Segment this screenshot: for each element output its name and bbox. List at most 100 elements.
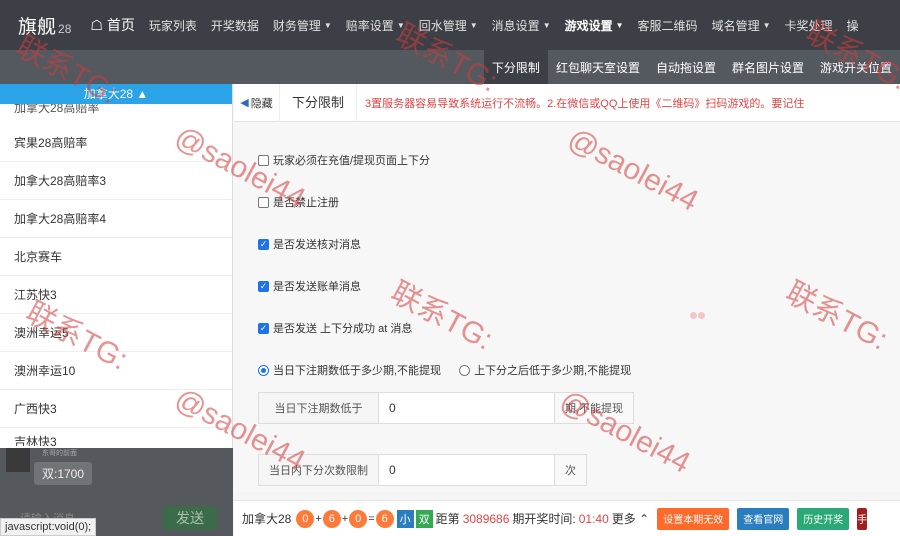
sidebar-item-cut[interactable]: 加拿大28高赔率: [0, 104, 232, 124]
checkbox-label: 是否发送 上下分成功 at 消息: [273, 323, 413, 335]
operator: =: [368, 512, 375, 525]
checkbox[interactable]: [258, 196, 269, 208]
sidebar-item[interactable]: 澳洲幸运10: [0, 352, 232, 390]
checkbox-row-check-message[interactable]: ✓ 是否发送核对消息: [258, 236, 361, 252]
checkbox-label: 是否禁止注册: [273, 197, 339, 209]
nav-label: 玩家列表: [148, 18, 197, 33]
chevron-down-icon: ▼: [469, 20, 478, 30]
sidebar-item[interactable]: 广西快3: [0, 390, 232, 428]
set-period-invalid-button[interactable]: 设置本期无效: [657, 507, 730, 530]
nav-game-settings[interactable]: 游戏设置 ▼: [558, 0, 631, 50]
daily-withdraw-count-input[interactable]: 0: [379, 455, 555, 485]
status-url-tip: javascript:void(0);: [0, 518, 97, 536]
nav-label: 财务管理: [272, 18, 321, 33]
field-label: 当日下注期数低于: [259, 393, 379, 423]
radio-label: 上下分之后低于多少期,不能提现: [474, 365, 632, 377]
nav-players[interactable]: 玩家列表: [142, 0, 204, 50]
checkbox-checked[interactable]: ✓: [258, 238, 269, 250]
draw-status-bar: 加拿大28 0 + 6 + 0 = 6 小 双 距第 3089686 期开奖时间…: [234, 500, 900, 536]
next-draw-prefix: 距第: [435, 512, 460, 526]
home-icon: ☖: [90, 16, 103, 33]
chevron-up-icon: ▲: [136, 87, 149, 101]
result-double-tag: 双: [415, 509, 433, 528]
chat-sender-name: 东哥的前面: [42, 450, 77, 457]
sidebar-item[interactable]: 江苏快3: [0, 276, 232, 314]
checkbox-row-at-message[interactable]: ✓ 是否发送 上下分成功 at 消息: [258, 320, 412, 336]
daily-bet-periods-input[interactable]: 0: [379, 393, 555, 423]
result-ball: 0: [349, 509, 368, 528]
sidebar-item[interactable]: 加拿大28高赔率3: [0, 162, 232, 200]
nav-label: 卡奖处理: [784, 18, 833, 33]
chat-message: 双:1700: [34, 462, 93, 485]
sidebar-item[interactable]: 加拿大28高赔率4: [0, 200, 232, 238]
nav-rebate[interactable]: 回水管理 ▼: [412, 0, 485, 50]
chevron-down-icon: ▼: [542, 20, 551, 30]
subnav-group-image[interactable]: 群名图片设置: [724, 50, 812, 84]
checkbox-checked[interactable]: ✓: [258, 280, 269, 292]
subnav-game-switch[interactable]: 游戏开关位置: [812, 50, 900, 84]
result-ball: 0: [296, 509, 315, 528]
draw-countdown: 01:40: [578, 511, 609, 526]
nav-qrcode[interactable]: 客服二维码: [631, 0, 705, 50]
more-label: 更多: [611, 512, 636, 526]
nav-more[interactable]: 操: [840, 0, 866, 50]
result-sum-ball: 6: [375, 509, 394, 528]
checkbox[interactable]: [258, 154, 269, 166]
nav-home[interactable]: ☖ 首页: [83, 0, 141, 50]
nav-label: 开奖数据: [210, 18, 259, 33]
checkbox-row-bill-message[interactable]: ✓ 是否发送账单消息: [258, 278, 361, 294]
checkbox-checked[interactable]: ✓: [258, 322, 269, 334]
sidebar-header[interactable]: 加拿大28 ▲: [0, 84, 232, 104]
chevron-down-icon: ▼: [323, 20, 332, 30]
avatar: [6, 448, 30, 472]
checkbox-label: 是否发送核对消息: [273, 239, 361, 251]
brand-suffix: 28: [58, 21, 72, 36]
hide-label: 隐藏: [250, 97, 273, 110]
radio-button-selected[interactable]: [258, 364, 269, 376]
send-button[interactable]: 发送: [163, 506, 217, 530]
tab-withdraw-limit[interactable]: 下分限制: [280, 84, 358, 122]
subnav-withdraw-limit[interactable]: 下分限制: [483, 50, 548, 84]
nav-finance[interactable]: 财务管理 ▼: [266, 0, 339, 50]
checkbox-row-disable-register[interactable]: 是否禁止注册: [258, 194, 339, 210]
more-link[interactable]: 更多 ⌃: [612, 510, 649, 527]
brand-name: 旗舰: [18, 16, 57, 38]
radio-group-withdraw-rule: 当日下注期数低于多少期,不能提现 上下分之后低于多少期,不能提现: [258, 362, 631, 378]
subnav-auto-bot[interactable]: 自动拖设置: [648, 50, 724, 84]
current-game: 加拿大28: [242, 512, 292, 526]
nav-label: 消息设置: [491, 18, 540, 33]
nav-label: 域名管理: [711, 18, 760, 33]
sidebar-item[interactable]: 吉林快3: [0, 428, 232, 446]
nav-message[interactable]: 消息设置 ▼: [485, 0, 558, 50]
checkbox-label: 是否发送账单消息: [273, 281, 361, 293]
subnav-redpacket-chat[interactable]: 红包聊天室设置: [548, 50, 648, 84]
result-ball: 6: [322, 509, 341, 528]
chevron-up-icon: ⌃: [639, 512, 650, 526]
brand-logo[interactable]: 旗舰 28: [0, 12, 83, 39]
field-suffix: 次: [555, 455, 586, 485]
field-label: 当日内下分次数限制: [259, 455, 379, 485]
radio-label: 当日下注期数低于多少期,不能提现: [273, 365, 442, 377]
view-official-site-button[interactable]: 查看官网: [737, 507, 790, 530]
checkbox-row-recharge-page[interactable]: 玩家必须在充值/提现页面上下分: [258, 152, 430, 168]
nav-odds[interactable]: 赔率设置 ▼: [339, 0, 412, 50]
notice-marquee: 3置服务器容易导致系统运行不流畅。2.在微信或QQ上使用《二维码》扫码游戏的。要…: [365, 97, 805, 110]
main-panel: ◀ 隐藏 下分限制 3置服务器容易导致系统运行不流畅。2.在微信或QQ上使用《二维…: [234, 84, 900, 492]
collapse-left-icon: ◀: [240, 97, 249, 109]
nav-domain[interactable]: 域名管理 ▼: [705, 0, 778, 50]
manual-button[interactable]: 手: [857, 507, 868, 530]
field-suffix: 期,不能提现: [555, 393, 634, 423]
nav-stuck-draw[interactable]: 卡奖处理: [778, 0, 840, 50]
chevron-down-icon: ▼: [396, 20, 405, 30]
history-draws-button[interactable]: 历史开奖: [797, 507, 850, 530]
sidebar-item[interactable]: 宾果28高赔率: [0, 124, 232, 162]
radio-button[interactable]: [459, 364, 471, 376]
checkbox-label: 玩家必须在充值/提现页面上下分: [273, 155, 431, 167]
sidebar-item[interactable]: 澳洲幸运5: [0, 314, 232, 352]
nav-label: 操: [846, 18, 859, 33]
hide-sidebar-button[interactable]: ◀ 隐藏: [234, 84, 280, 122]
sidebar-item[interactable]: 北京赛车: [0, 238, 232, 276]
sidebar-header-label: 加拿大28: [83, 87, 134, 101]
operator: +: [341, 512, 349, 525]
nav-draw-data[interactable]: 开奖数据: [204, 0, 266, 50]
